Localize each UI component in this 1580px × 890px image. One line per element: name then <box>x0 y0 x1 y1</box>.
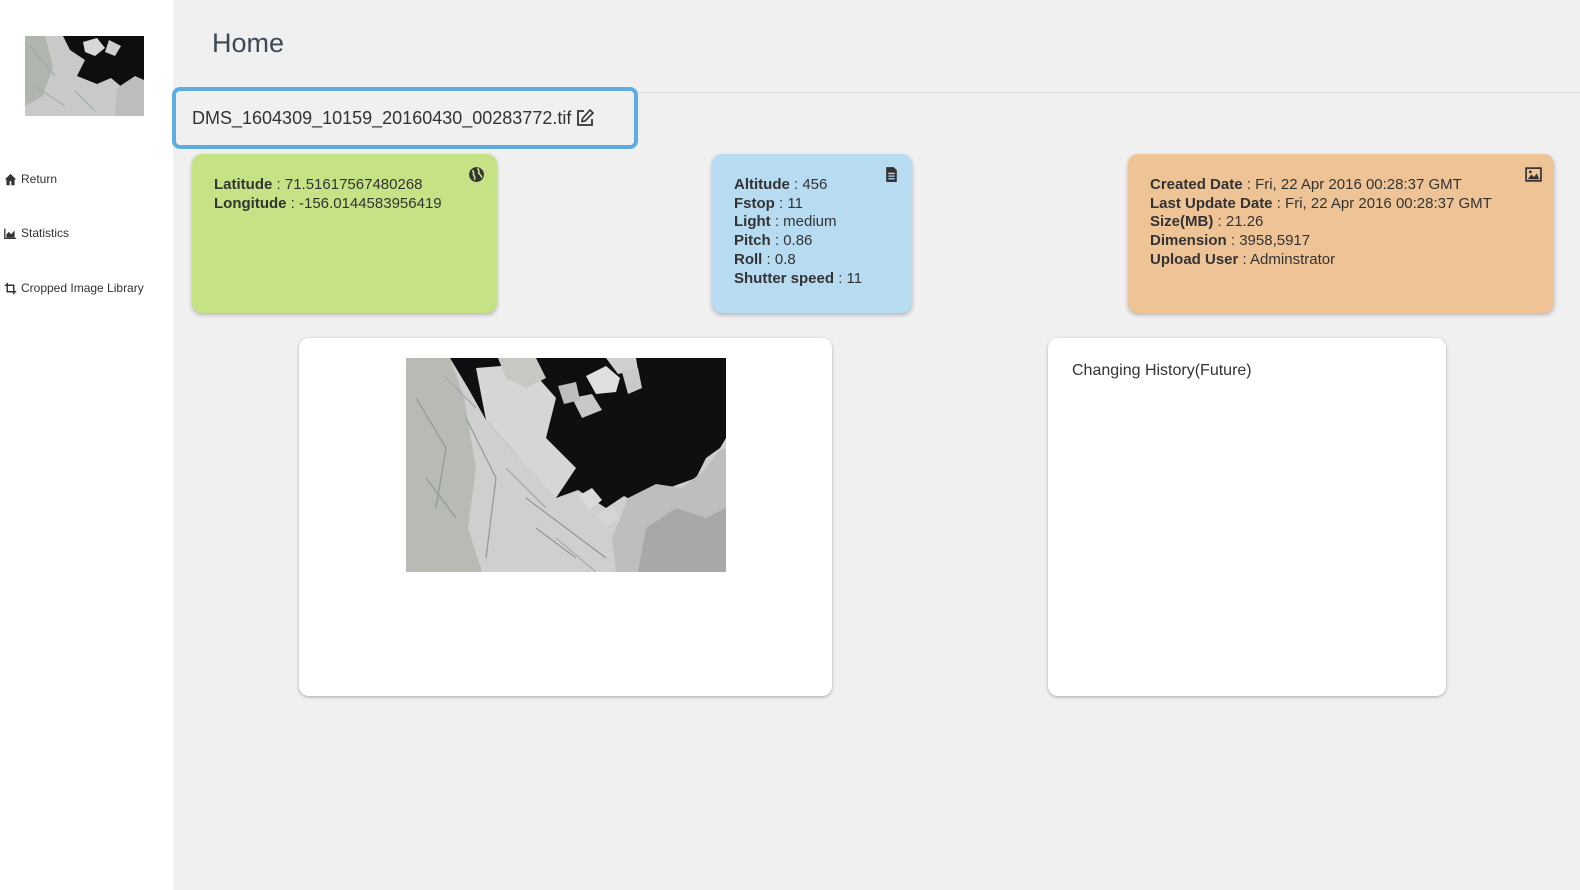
header: Home <box>173 0 1580 93</box>
sidebar-item-label: Cropped Image Library <box>21 281 144 295</box>
light-row: Light : medium <box>734 213 837 231</box>
dimension-row: Dimension : 3958,5917 <box>1150 232 1311 250</box>
field-label: Light <box>734 213 771 231</box>
page-title: Home <box>212 28 285 58</box>
sidebar-item-cropped-image-library[interactable]: Cropped Image Library <box>4 281 144 295</box>
globe-icon <box>469 167 484 182</box>
camera-card: Altitude : 456 Fstop : 11 Light : medium… <box>712 154 912 313</box>
field-value: Fri, 22 Apr 2016 00:28:37 GMT <box>1285 194 1492 212</box>
fstop-row: Fstop : 11 <box>734 194 803 212</box>
area-chart-icon <box>4 228 17 239</box>
field-label: Dimension <box>1150 232 1227 250</box>
history-panel: Changing History(Future) <box>1048 338 1446 696</box>
field-value: 0.8 <box>774 250 796 268</box>
sidebar-item-return[interactable]: Return <box>4 172 57 186</box>
shutter-speed-row: Shutter speed : 11 <box>734 269 863 287</box>
sidebar-thumbnail-image <box>25 36 144 116</box>
history-title: Changing History(Future) <box>1072 362 1252 379</box>
latitude-row: Latitude : 71.51617567480268 <box>214 176 423 193</box>
filename-field[interactable]: DMS_1604309_10159_20160430_00283772.tif <box>172 87 638 149</box>
size-row: Size(MB) : 21.26 <box>1150 213 1264 231</box>
pitch-row: Pitch : 0.86 <box>734 232 813 250</box>
field-value: Fri, 22 Apr 2016 00:28:37 GMT <box>1255 176 1462 193</box>
field-value: 21.26 <box>1225 213 1264 231</box>
crop-icon <box>4 282 17 294</box>
last-update-date-row: Last Update Date : Fri, 22 Apr 2016 00:2… <box>1150 194 1492 212</box>
document-icon <box>886 167 897 182</box>
field-label: Altitude <box>734 176 790 193</box>
main-image[interactable] <box>406 358 726 572</box>
field-label: Fstop <box>734 194 775 212</box>
altitude-row: Altitude : 456 <box>734 176 828 193</box>
field-value: medium <box>783 213 837 231</box>
field-label: Shutter speed <box>734 269 835 287</box>
sidebar: Return Statistics Cropped Image Library <box>0 0 173 890</box>
location-card: Latitude : 71.51617567480268 Longitude :… <box>192 154 497 313</box>
longitude-row: Longitude : -156.0144583956419 <box>214 194 442 212</box>
sidebar-item-label: Statistics <box>21 226 70 240</box>
field-label: Pitch <box>734 232 771 250</box>
field-value: 11 <box>846 269 863 287</box>
sidebar-item-statistics[interactable]: Statistics <box>4 226 69 240</box>
sidebar-item-label: Return <box>21 172 58 186</box>
field-label: Roll <box>734 250 763 268</box>
field-label: Size(MB) <box>1150 213 1214 231</box>
created-date-row: Created Date : Fri, 22 Apr 2016 00:28:37… <box>1150 176 1462 193</box>
field-value: 0.86 <box>783 232 813 250</box>
field-label: Last Update Date <box>1150 194 1273 212</box>
field-value: 71.51617567480268 <box>284 176 423 193</box>
field-label: Longitude <box>214 194 287 212</box>
home-icon <box>4 173 17 185</box>
filename-text: DMS_1604309_10159_20160430_00283772.tif <box>192 107 572 128</box>
edit-icon[interactable] <box>575 108 595 128</box>
upload-user-row: Upload User : Adminstrator <box>1150 250 1336 268</box>
field-value: 456 <box>802 176 828 193</box>
field-value: 3958,5917 <box>1239 232 1311 250</box>
field-label: Upload User <box>1150 250 1239 268</box>
image-icon <box>1525 167 1542 182</box>
roll-row: Roll : 0.8 <box>734 250 796 268</box>
field-label: Latitude <box>214 176 273 193</box>
field-value: 11 <box>787 194 803 212</box>
field-value: Adminstrator <box>1250 250 1336 268</box>
image-preview-panel <box>299 338 832 696</box>
file-info-card: Created Date : Fri, 22 Apr 2016 00:28:37… <box>1128 154 1554 313</box>
field-label: Created Date <box>1150 176 1243 193</box>
field-value: -156.0144583956419 <box>299 194 442 212</box>
